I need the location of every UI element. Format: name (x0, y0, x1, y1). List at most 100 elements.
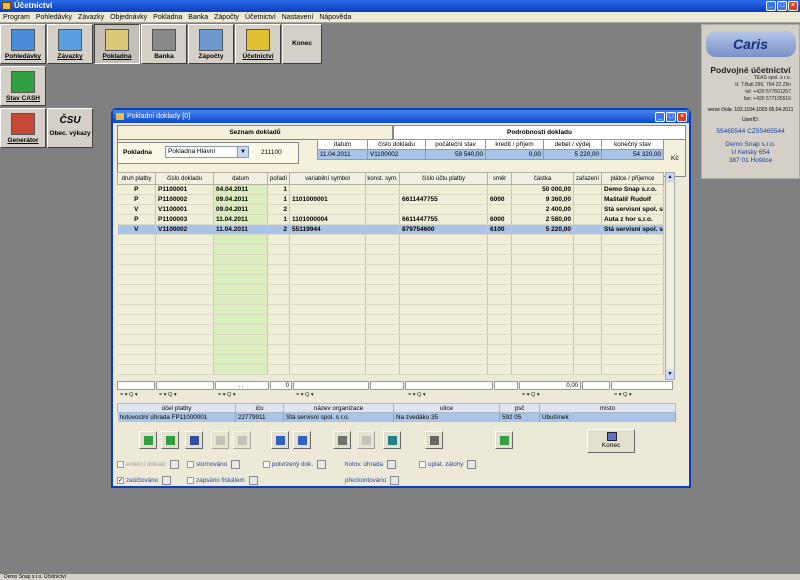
filter-castka[interactable]: 0,00 (519, 381, 581, 390)
filter-smer[interactable] (494, 381, 518, 390)
filter-druh[interactable] (117, 381, 155, 390)
filter-zarazeni[interactable] (582, 381, 610, 390)
filter-operator-icon[interactable]: = ▾ Q ▾ (408, 391, 426, 400)
check-zauctovano[interactable]: ✓ zaúčtováno (117, 476, 172, 485)
col-druh-platby[interactable]: druh platby (117, 172, 156, 185)
filter-cislo[interactable] (156, 381, 214, 390)
col-konst-sym[interactable]: konst. sym. (365, 172, 400, 185)
toolbar-pohledavky-button[interactable]: Pohledávky (0, 24, 46, 64)
dialog-maximize-button[interactable]: □ (666, 112, 676, 122)
menu-zapocty[interactable]: Zápočty (214, 12, 239, 22)
scroll-up-icon[interactable]: ▲ (666, 173, 674, 182)
lookup-icon[interactable] (387, 460, 397, 469)
lookup-icon[interactable] (467, 460, 477, 469)
col-variabilni-symbol[interactable]: variabilní symbol (289, 172, 366, 185)
lookup-icon[interactable] (390, 476, 400, 485)
col-castka[interactable]: částka (511, 172, 574, 185)
lookup-icon[interactable] (248, 476, 258, 485)
filter-button[interactable] (333, 431, 351, 449)
menu-ucetnictvi[interactable]: Účetnictví (245, 12, 276, 22)
filter-datum[interactable]: . . (215, 381, 269, 390)
filter-operator-icon[interactable]: = ▾ Q ▾ (218, 391, 236, 400)
konec-button[interactable]: Konec (587, 429, 635, 453)
filter-operator-icon[interactable]: = ▾ Q ▾ (614, 391, 632, 400)
lookup-icon[interactable] (169, 460, 179, 469)
table-row[interactable]: V V1100001 09.04.2011 2 2 400,00 Stá servisní… (117, 204, 664, 215)
menu-nastaveni[interactable]: Nastavení (282, 12, 314, 22)
col-datum[interactable]: datum (213, 172, 268, 185)
dialog-close-button[interactable]: × (677, 112, 687, 122)
prev-record-button[interactable] (161, 431, 179, 449)
generator-button[interactable]: Generátor (0, 108, 46, 148)
menu-zavazky[interactable]: Závazky (78, 12, 104, 22)
col-cislo-dokladu[interactable]: číslo dokladu (155, 172, 214, 185)
filter-operator-icon[interactable]: = ▾ Q ▾ (120, 391, 138, 400)
grid-vertical-scrollbar[interactable]: ▲ ▼ (665, 172, 675, 380)
menu-pokladna[interactable]: Pokladna (153, 12, 182, 22)
menu-pohledavky[interactable]: Pohledávky (36, 12, 72, 22)
table-row[interactable]: P P1100001 04.04.2011 1 50 000,00 Demo Snap s… (117, 184, 664, 195)
filter-ks[interactable] (370, 381, 404, 390)
lookup-icon[interactable] (231, 460, 241, 469)
check-zapsano-fiskalem[interactable]: zapsáno fiskálem (187, 476, 258, 485)
filter-operator-icon[interactable]: = ▾ Q ▾ (522, 391, 540, 400)
col-platce[interactable]: plátce / příjemce (601, 172, 664, 185)
col-smer[interactable]: směr (487, 172, 512, 185)
col-zarazeni[interactable]: zařazení (573, 172, 602, 185)
filter-vs[interactable] (293, 381, 369, 390)
lookup-icon[interactable] (316, 460, 326, 469)
toolbar-ucetnictvi-button[interactable]: Účetnictví (235, 24, 281, 64)
menu-program[interactable]: Program (3, 12, 30, 22)
check-potvrzeny[interactable]: potvrzený dok. (263, 460, 326, 469)
filter-operator-icon[interactable]: = ▾ Q ▾ (159, 391, 177, 400)
chevron-down-icon[interactable]: ▼ (237, 147, 248, 157)
edit-doc-button[interactable] (293, 431, 311, 449)
first-record-button[interactable] (139, 431, 157, 449)
check-externi-doklad[interactable]: externí doklad (117, 460, 179, 469)
last-record-button[interactable] (233, 431, 251, 449)
col-poradi[interactable]: pořadí (267, 172, 290, 185)
col-cislo-uctu[interactable]: číslo účtu platby (399, 172, 488, 185)
lookup-icon[interactable] (162, 476, 172, 485)
toolbar-konec-button[interactable]: Konec (282, 24, 322, 64)
print-doc-button[interactable] (185, 431, 203, 449)
next-record-button[interactable] (211, 431, 229, 449)
filter-ucet[interactable] (405, 381, 493, 390)
close-button[interactable]: × (788, 1, 798, 11)
toolbar-pokladna-button[interactable]: Pokladna (94, 24, 140, 64)
check-hotov-uhrada[interactable]: hotov. úhrada (345, 460, 397, 469)
filter-platce[interactable] (611, 381, 673, 390)
filter-poradi[interactable]: 0 (270, 381, 292, 390)
toolbar-zavazky-button[interactable]: Závazky (47, 24, 93, 64)
menu-objednavky[interactable]: Objednávky (110, 12, 147, 22)
obec-vykazy-button[interactable]: ČSU Obec. výkazy (47, 108, 93, 148)
table-row[interactable]: P P1100002 09.04.2011 1 1101000001 6611447755… (117, 194, 664, 205)
calculator-button[interactable] (383, 431, 401, 449)
cell-druh (117, 324, 156, 335)
table-row[interactable]: P P1100003 11.04.2011 1 1101000004 6611447755… (117, 214, 664, 225)
table-row[interactable]: V V1100002 11.04.2011 2 55119944 879754600 610… (117, 224, 664, 235)
filter-operator-icon[interactable]: = ▾ Q ▾ (296, 391, 314, 400)
print-button[interactable] (425, 431, 443, 449)
toolbar-banka-button[interactable]: Banka (141, 24, 187, 64)
toolbar-zapocty-button[interactable]: Zápočty (188, 24, 234, 64)
menu-banka[interactable]: Banka (188, 12, 208, 22)
maximize-button[interactable]: □ (777, 1, 787, 11)
check-preckontovano[interactable]: přeckontováno (345, 476, 400, 485)
stav-cash-button[interactable]: Stav CASH (0, 66, 46, 106)
clear-filter-button[interactable] (357, 431, 375, 449)
tab-document-detail[interactable]: Podrobnosti dokladu (393, 125, 686, 139)
dialog-minimize-button[interactable]: _ (655, 112, 665, 122)
new-doc-button[interactable] (271, 431, 289, 449)
scroll-down-icon[interactable]: ▼ (666, 370, 674, 379)
minimize-button[interactable]: _ (766, 1, 776, 11)
menu-napoveda[interactable]: Nápověda (319, 12, 351, 22)
tab-document-list[interactable]: Seznam dokladů (117, 125, 393, 139)
cashbox-select[interactable]: Pokladna Hlavní ▼ (165, 146, 249, 158)
partner-detail-row[interactable]: hotovostní úhrada FP11000001 22779911 St… (117, 412, 676, 422)
cell-zarazeni (573, 194, 602, 205)
cell-zarazeni (573, 224, 602, 235)
check-uplat-zalohy[interactable]: uplat. zálohy (419, 460, 477, 469)
check-stornovano[interactable]: stornováno (187, 460, 241, 469)
refresh-button[interactable] (495, 431, 513, 449)
